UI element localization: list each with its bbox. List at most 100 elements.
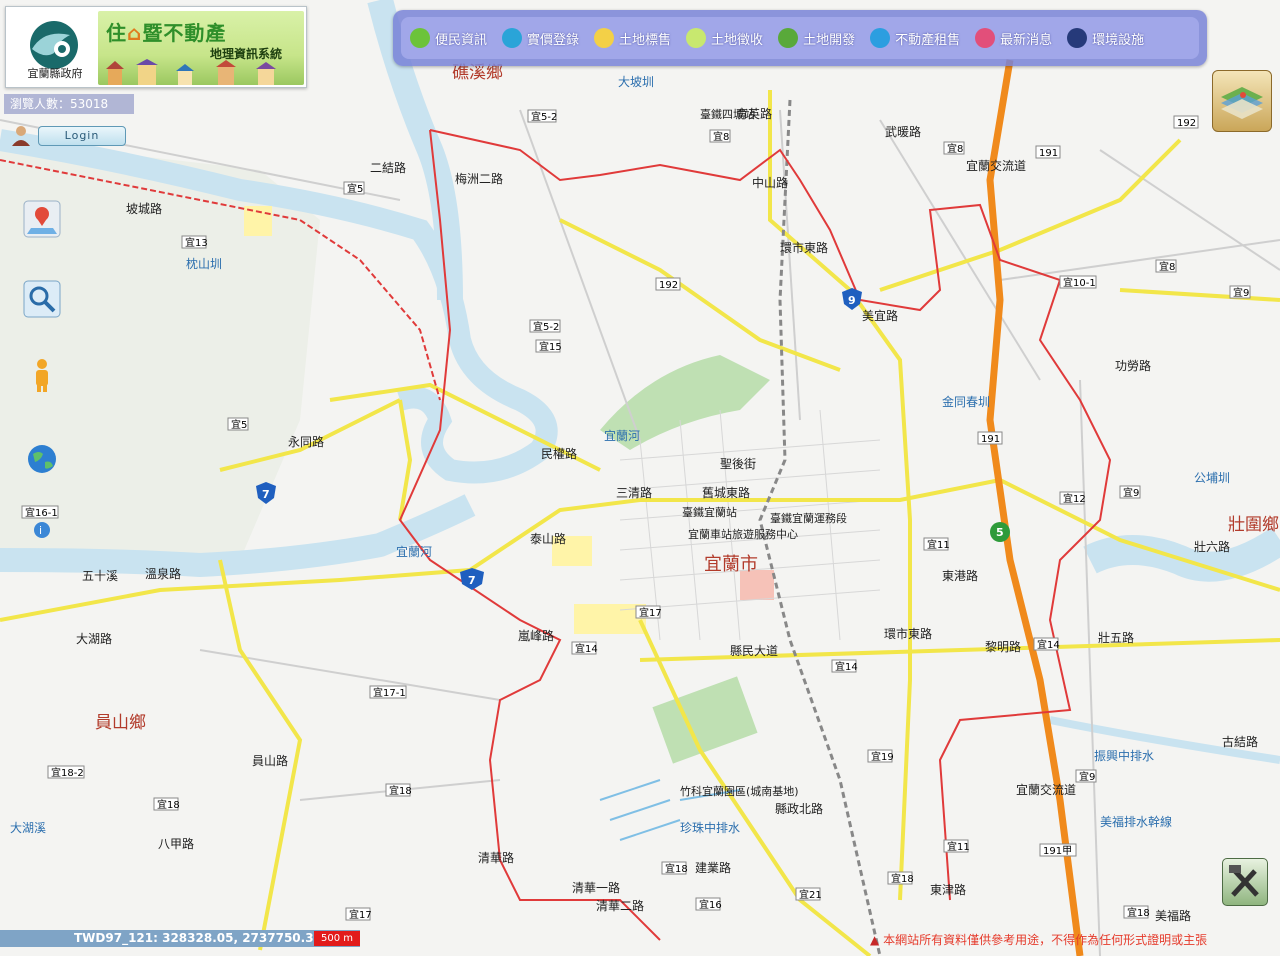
shield: 191 bbox=[1035, 145, 1061, 159]
info-icon bbox=[1064, 25, 1090, 51]
svg-text:宜8: 宜8 bbox=[1159, 260, 1175, 273]
label-road: 清華路 bbox=[478, 850, 514, 865]
svg-text:宜16: 宜16 bbox=[699, 898, 722, 911]
shield: 宜14 bbox=[831, 659, 858, 673]
svg-text:宜5-2: 宜5-2 bbox=[531, 110, 557, 123]
menu-item-5[interactable]: 不動產租售 bbox=[861, 17, 966, 59]
shield: 宜8 bbox=[943, 141, 965, 155]
label-road: 功勞路 bbox=[1115, 358, 1151, 373]
svg-text:宜17-1: 宜17-1 bbox=[373, 686, 406, 699]
label-road: 八甲路 bbox=[158, 836, 194, 851]
svg-text:9: 9 bbox=[848, 294, 856, 307]
shield: 192 bbox=[655, 277, 681, 291]
label-station: 臺鐵四城站 bbox=[700, 107, 755, 121]
svg-text:宜13: 宜13 bbox=[185, 236, 208, 249]
shield: 191 bbox=[977, 431, 1003, 445]
street-view-person-icon[interactable] bbox=[23, 356, 61, 394]
menu-label: 便民資訊 bbox=[435, 32, 488, 48]
label-road: 環市東路 bbox=[884, 626, 932, 641]
login-button[interactable]: Login bbox=[38, 126, 126, 146]
basemap[interactable]: 礁溪鄉 壯圍鄉 宜蘭市 員山鄉 二結路 梅洲二路 坡城路 永同路 民權路 三清路… bbox=[0, 0, 1280, 956]
svg-text:宜9: 宜9 bbox=[1079, 770, 1095, 783]
tools-button[interactable] bbox=[1222, 858, 1268, 906]
shield: 宜5 bbox=[227, 417, 249, 431]
calendar-icon bbox=[972, 25, 998, 51]
shield: 宜9 bbox=[1075, 769, 1097, 783]
label-road: 中山路 bbox=[752, 175, 788, 190]
label-river: 宜蘭河 bbox=[604, 428, 640, 443]
label-road: 大湖路 bbox=[76, 631, 112, 646]
svg-text:宜11: 宜11 bbox=[947, 840, 970, 853]
site-title: 住⌂暨不動產 bbox=[106, 21, 227, 45]
shield: 宜9 bbox=[1119, 485, 1141, 499]
search-icon[interactable] bbox=[23, 280, 61, 318]
svg-text:宜8: 宜8 bbox=[713, 130, 729, 143]
disclaimer-text: 本網站所有資料僅供參考用途，不得作為任何形式證明或主張 bbox=[883, 933, 1208, 947]
label-river: 公埔圳 bbox=[1194, 471, 1230, 485]
label-road: 東港路 bbox=[942, 568, 978, 583]
svg-text:宜18: 宜18 bbox=[665, 862, 688, 875]
shield: 宜14 bbox=[571, 641, 598, 655]
svg-text:192: 192 bbox=[1177, 118, 1196, 129]
coordinate-readout: TWD97_121: 328328.05, 2737750.37 bbox=[0, 930, 360, 947]
shield: 宜18 bbox=[661, 861, 688, 875]
menu-items: 便民資訊 實價登錄 土地標售 土地徵收 土地開發 不動產租售 最新消息 環境設施 bbox=[401, 17, 1199, 59]
label-road: 武暖路 bbox=[885, 124, 921, 139]
menu-item-0[interactable]: 便民資訊 bbox=[401, 17, 493, 59]
info-dot-icon[interactable]: i bbox=[32, 520, 52, 540]
shield: 191甲 bbox=[1039, 843, 1077, 857]
shield: 宜16-1 bbox=[21, 505, 59, 519]
sprout-icon bbox=[775, 25, 801, 51]
shield: 宜19 bbox=[867, 749, 894, 763]
label-road: 建業路 bbox=[695, 860, 731, 875]
svg-text:宜21: 宜21 bbox=[799, 888, 822, 901]
label-road: 壯五路 bbox=[1098, 630, 1134, 645]
menu-item-1[interactable]: 實價登錄 bbox=[493, 17, 585, 59]
site-logo[interactable]: 宜蘭縣政府 住⌂暨不動產 地理資訊系統 bbox=[5, 6, 307, 88]
label-river: 美福排水幹線 bbox=[1100, 814, 1172, 829]
svg-text:宜8: 宜8 bbox=[947, 142, 963, 155]
svg-text:191: 191 bbox=[1039, 148, 1058, 159]
label-road: 嵐峰路 bbox=[518, 628, 554, 643]
shield: 宜15 bbox=[535, 339, 562, 353]
svg-text:宜19: 宜19 bbox=[871, 750, 894, 763]
label-road: 黎明路 bbox=[985, 639, 1021, 654]
disclaimer: ▲ 本網站所有資料僅供參考用途，不得作為任何形式證明或主張 bbox=[870, 931, 1207, 948]
menu-item-2[interactable]: 土地標售 bbox=[585, 17, 677, 59]
label-road: 坡城路 bbox=[126, 201, 162, 216]
svg-text:宜18: 宜18 bbox=[1127, 906, 1150, 919]
label-yuanshan: 員山鄉 bbox=[95, 713, 146, 733]
shield: 宜5-2 bbox=[529, 319, 561, 333]
label-jiaoxi: 礁溪鄉 bbox=[452, 63, 503, 83]
menu-item-4[interactable]: 土地開發 bbox=[769, 17, 861, 59]
shield: 宜21 bbox=[795, 887, 822, 901]
map-pin-tool-icon[interactable] bbox=[23, 200, 61, 238]
route-5-badge: 5 bbox=[990, 522, 1010, 542]
warning-icon: ▲ bbox=[870, 933, 880, 947]
globe-icon[interactable] bbox=[23, 440, 61, 478]
menu-item-6[interactable]: 最新消息 bbox=[966, 17, 1058, 59]
bowl-icon bbox=[407, 25, 433, 51]
svg-text:7: 7 bbox=[468, 574, 476, 587]
house-icon bbox=[867, 25, 893, 51]
label-road: 梅洲二路 bbox=[455, 171, 503, 186]
houses-illustration bbox=[106, 59, 276, 85]
menu-item-7[interactable]: 環境設施 bbox=[1058, 17, 1150, 59]
label-service: 宜蘭車站旅遊服務中心 bbox=[688, 527, 798, 541]
layer-switch-button[interactable] bbox=[1212, 70, 1272, 132]
shield: 宜12 bbox=[1059, 491, 1086, 505]
label-road: 美宜路 bbox=[862, 308, 898, 323]
svg-text:宜10-1: 宜10-1 bbox=[1063, 276, 1096, 289]
menu-label: 土地徵收 bbox=[711, 32, 764, 48]
menu-item-3[interactable]: 土地徵收 bbox=[677, 17, 769, 59]
menu-label: 土地開發 bbox=[803, 32, 856, 48]
svg-text:宜5-2: 宜5-2 bbox=[533, 320, 559, 333]
svg-text:宜14: 宜14 bbox=[835, 660, 858, 673]
wrench-hammer-icon bbox=[1229, 865, 1259, 897]
svg-text:宜14: 宜14 bbox=[1037, 638, 1060, 651]
menu-label: 實價登錄 bbox=[527, 32, 580, 48]
svg-text:191甲: 191甲 bbox=[1043, 846, 1072, 857]
shield: 宜5 bbox=[343, 181, 365, 195]
menu-label: 最新消息 bbox=[1000, 32, 1053, 48]
svg-text:宜14: 宜14 bbox=[575, 642, 598, 655]
